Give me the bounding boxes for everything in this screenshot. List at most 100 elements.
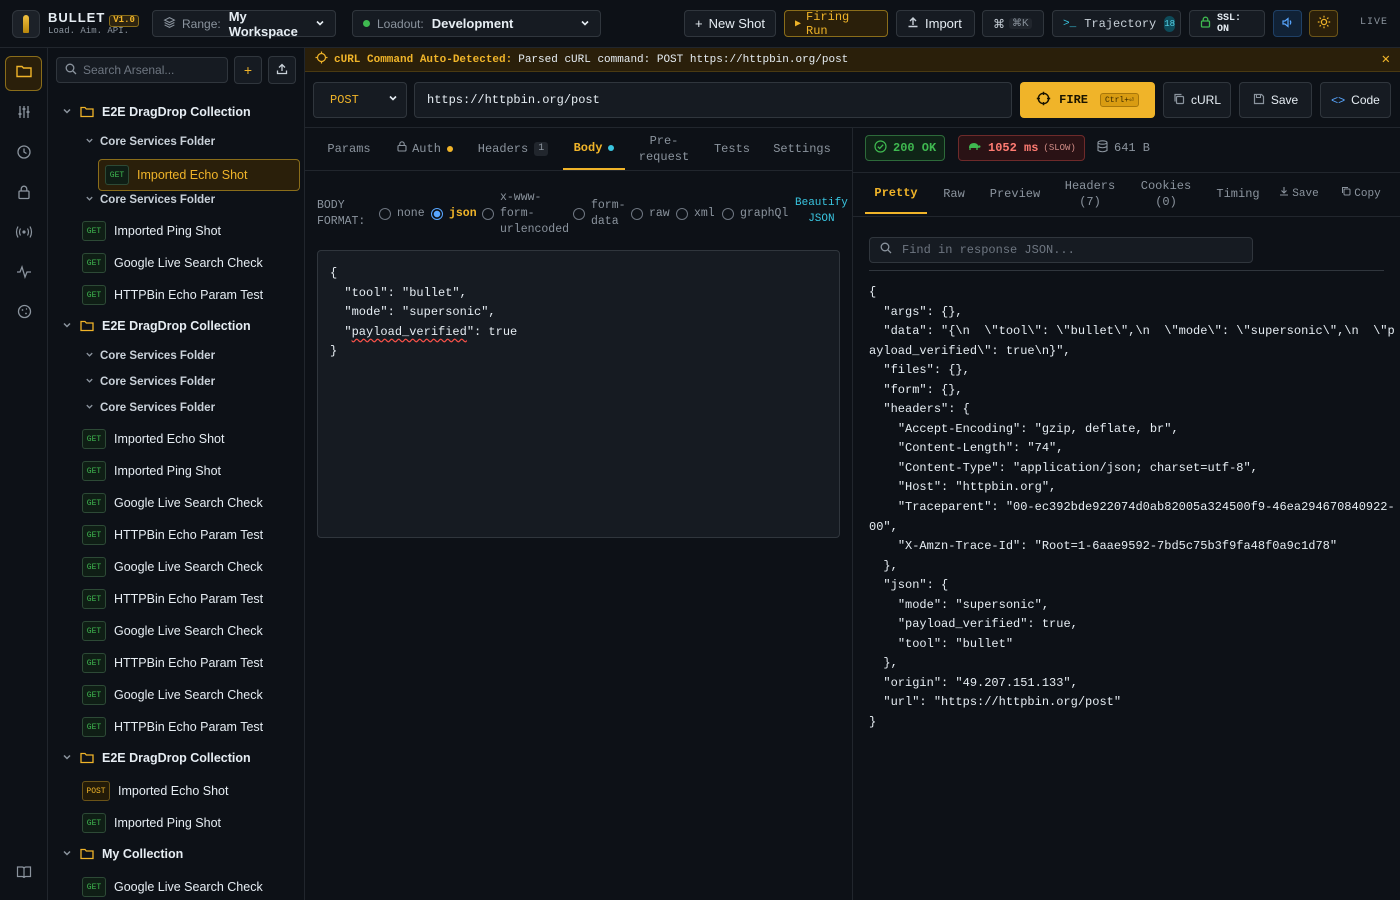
rail-monitor[interactable] [8, 258, 40, 290]
folder-row[interactable]: Core Services Folder [48, 344, 304, 368]
format-raw-radio[interactable]: raw [631, 207, 670, 220]
code-icon: <> [1331, 93, 1346, 107]
rail-environments[interactable] [8, 98, 40, 130]
command-palette-button[interactable]: ⌘ ⌘K [982, 10, 1044, 37]
request-item[interactable]: GET HTTPBin Echo Param Test [82, 649, 302, 677]
range-selector[interactable]: Range: My Workspace [152, 8, 336, 39]
method-badge: GET [82, 589, 106, 609]
format-graphql-radio[interactable]: graphQl [722, 207, 788, 220]
new-shot-button[interactable]: + New Shot [684, 10, 776, 37]
tab-pretty[interactable]: Pretty [865, 174, 927, 214]
top-bar: BULLET V1.0 Load. Aim. API. Range: My Wor… [0, 0, 1400, 48]
request-item[interactable]: POST Imported Echo Shot [82, 777, 302, 805]
find-in-response-input[interactable]: Find in response JSON... [869, 237, 1253, 263]
tab-auth[interactable]: Auth [393, 128, 457, 170]
search-input[interactable]: Search Arsenal... [56, 57, 228, 83]
save-response-button[interactable]: Save [1273, 174, 1325, 214]
sound-toggle[interactable] [1273, 10, 1302, 37]
collection-row[interactable]: E2E DragDrop Collection [48, 98, 304, 126]
rail-history[interactable] [8, 138, 40, 170]
request-item[interactable]: GET Imported Ping Shot [82, 809, 302, 837]
request-item[interactable]: GET HTTPBin Echo Param Test [82, 585, 302, 613]
request-item[interactable]: GET Google Live Search Check [82, 249, 302, 277]
request-panel: Params Auth Headers 1 Body Pre-request T… [305, 128, 853, 900]
tab-preview[interactable]: Preview [985, 174, 1045, 214]
left-rail [0, 48, 48, 900]
request-item[interactable]: GET HTTPBin Echo Param Test [82, 521, 302, 549]
trajectory-button[interactable]: >_ Trajectory 18 [1052, 10, 1181, 37]
export-button[interactable] [268, 56, 296, 84]
tab-headers[interactable]: Headers 1 [473, 128, 553, 170]
tab-prerequest[interactable]: Pre-request [635, 128, 693, 170]
trajectory-count: 18 [1164, 15, 1176, 32]
play-icon: ▶ [795, 18, 802, 30]
request-item[interactable]: GET Imported Echo Shot [82, 425, 302, 453]
rail-security[interactable] [8, 178, 40, 210]
body-editor[interactable]: { "tool": "bullet", "mode": "supersonic"… [317, 250, 840, 538]
format-xml-radio[interactable]: xml [676, 207, 715, 220]
format-urlencoded-radio[interactable]: x-www-form-urlencoded [482, 190, 569, 238]
tab-response-headers[interactable]: Headers (7) [1059, 174, 1121, 214]
rail-cookies[interactable] [8, 298, 40, 330]
tab-timing[interactable]: Timing [1213, 174, 1263, 214]
folder-label: Core Services Folder [100, 194, 216, 206]
format-json-radio[interactable]: json [431, 207, 477, 220]
format-formdata-radio[interactable]: form-data [573, 198, 626, 230]
fire-button[interactable]: FIRE Ctrl+⏎ [1020, 82, 1155, 118]
chevron-down-icon [388, 93, 398, 107]
chevron-down-icon [82, 136, 96, 148]
request-label: HTTPBin Echo Param Test [114, 656, 264, 670]
rail-collections[interactable] [5, 56, 42, 91]
request-item[interactable]: GET Google Live Search Check [82, 489, 302, 517]
tab-body[interactable]: Body [563, 128, 625, 170]
plus-icon: + [243, 62, 253, 78]
beautify-json-button[interactable]: Beautify JSON [795, 196, 848, 228]
range-value: My Workspace [228, 8, 298, 39]
folder-row[interactable]: Core Services Folder [48, 188, 304, 212]
curl-button[interactable]: cURL [1163, 82, 1231, 118]
rail-docs[interactable] [8, 858, 40, 890]
method-select[interactable]: POST [313, 82, 407, 118]
chevron-down-icon [82, 402, 96, 414]
save-request-button[interactable]: Save [1239, 82, 1312, 118]
url-input[interactable]: https://httpbin.org/post [414, 82, 1012, 118]
copy-response-button[interactable]: Copy [1335, 174, 1387, 214]
request-item[interactable]: GET Imported Ping Shot [82, 217, 302, 245]
tab-cookies[interactable]: Cookies (0) [1135, 174, 1197, 214]
bullet-logo-icon [12, 9, 40, 38]
request-item[interactable]: GET Google Live Search Check [82, 617, 302, 645]
tab-settings[interactable]: Settings [769, 128, 835, 170]
request-item[interactable]: GET Imported Ping Shot [82, 457, 302, 485]
save-icon [1279, 186, 1289, 202]
import-button[interactable]: Import [896, 10, 975, 37]
method-badge: GET [82, 429, 106, 449]
collection-row[interactable]: E2E DragDrop Collection [48, 312, 304, 340]
request-item[interactable]: GET Google Live Search Check [82, 553, 302, 581]
add-collection-button[interactable]: + [234, 56, 262, 84]
request-item[interactable]: GET Google Live Search Check [82, 873, 302, 900]
rail-realtime[interactable] [8, 218, 40, 250]
folder-row[interactable]: Core Services Folder [48, 130, 304, 154]
save-label: Save [1270, 93, 1299, 107]
format-none-radio[interactable]: none [379, 207, 425, 220]
tab-tests[interactable]: Tests [707, 128, 757, 170]
tab-params[interactable]: Params [321, 128, 377, 170]
folder-row[interactable]: Core Services Folder [48, 370, 304, 394]
code-button[interactable]: <> Code [1320, 82, 1391, 118]
folder-row[interactable]: Core Services Folder [48, 396, 304, 420]
book-icon [16, 865, 32, 884]
ssl-toggle[interactable]: SSL: ON [1189, 10, 1265, 37]
request-label: Imported Echo Shot [137, 168, 248, 182]
banner-message: Parsed cURL command: POST https://httpbi… [518, 53, 849, 66]
tab-raw[interactable]: Raw [937, 174, 971, 214]
request-item[interactable]: GET Imported Echo Shot [98, 159, 300, 191]
collection-row[interactable]: E2E DragDrop Collection [48, 744, 304, 772]
request-item[interactable]: GET HTTPBin Echo Param Test [82, 713, 302, 741]
collection-row[interactable]: My Collection [48, 840, 304, 868]
request-item[interactable]: GET HTTPBin Echo Param Test [82, 281, 302, 309]
loadout-selector[interactable]: Loadout: Development [352, 10, 601, 37]
close-icon[interactable]: ✕ [1382, 51, 1390, 68]
theme-toggle[interactable] [1309, 10, 1338, 37]
request-item[interactable]: GET Google Live Search Check [82, 681, 302, 709]
firing-run-button[interactable]: ▶ Firing Run [784, 10, 888, 38]
